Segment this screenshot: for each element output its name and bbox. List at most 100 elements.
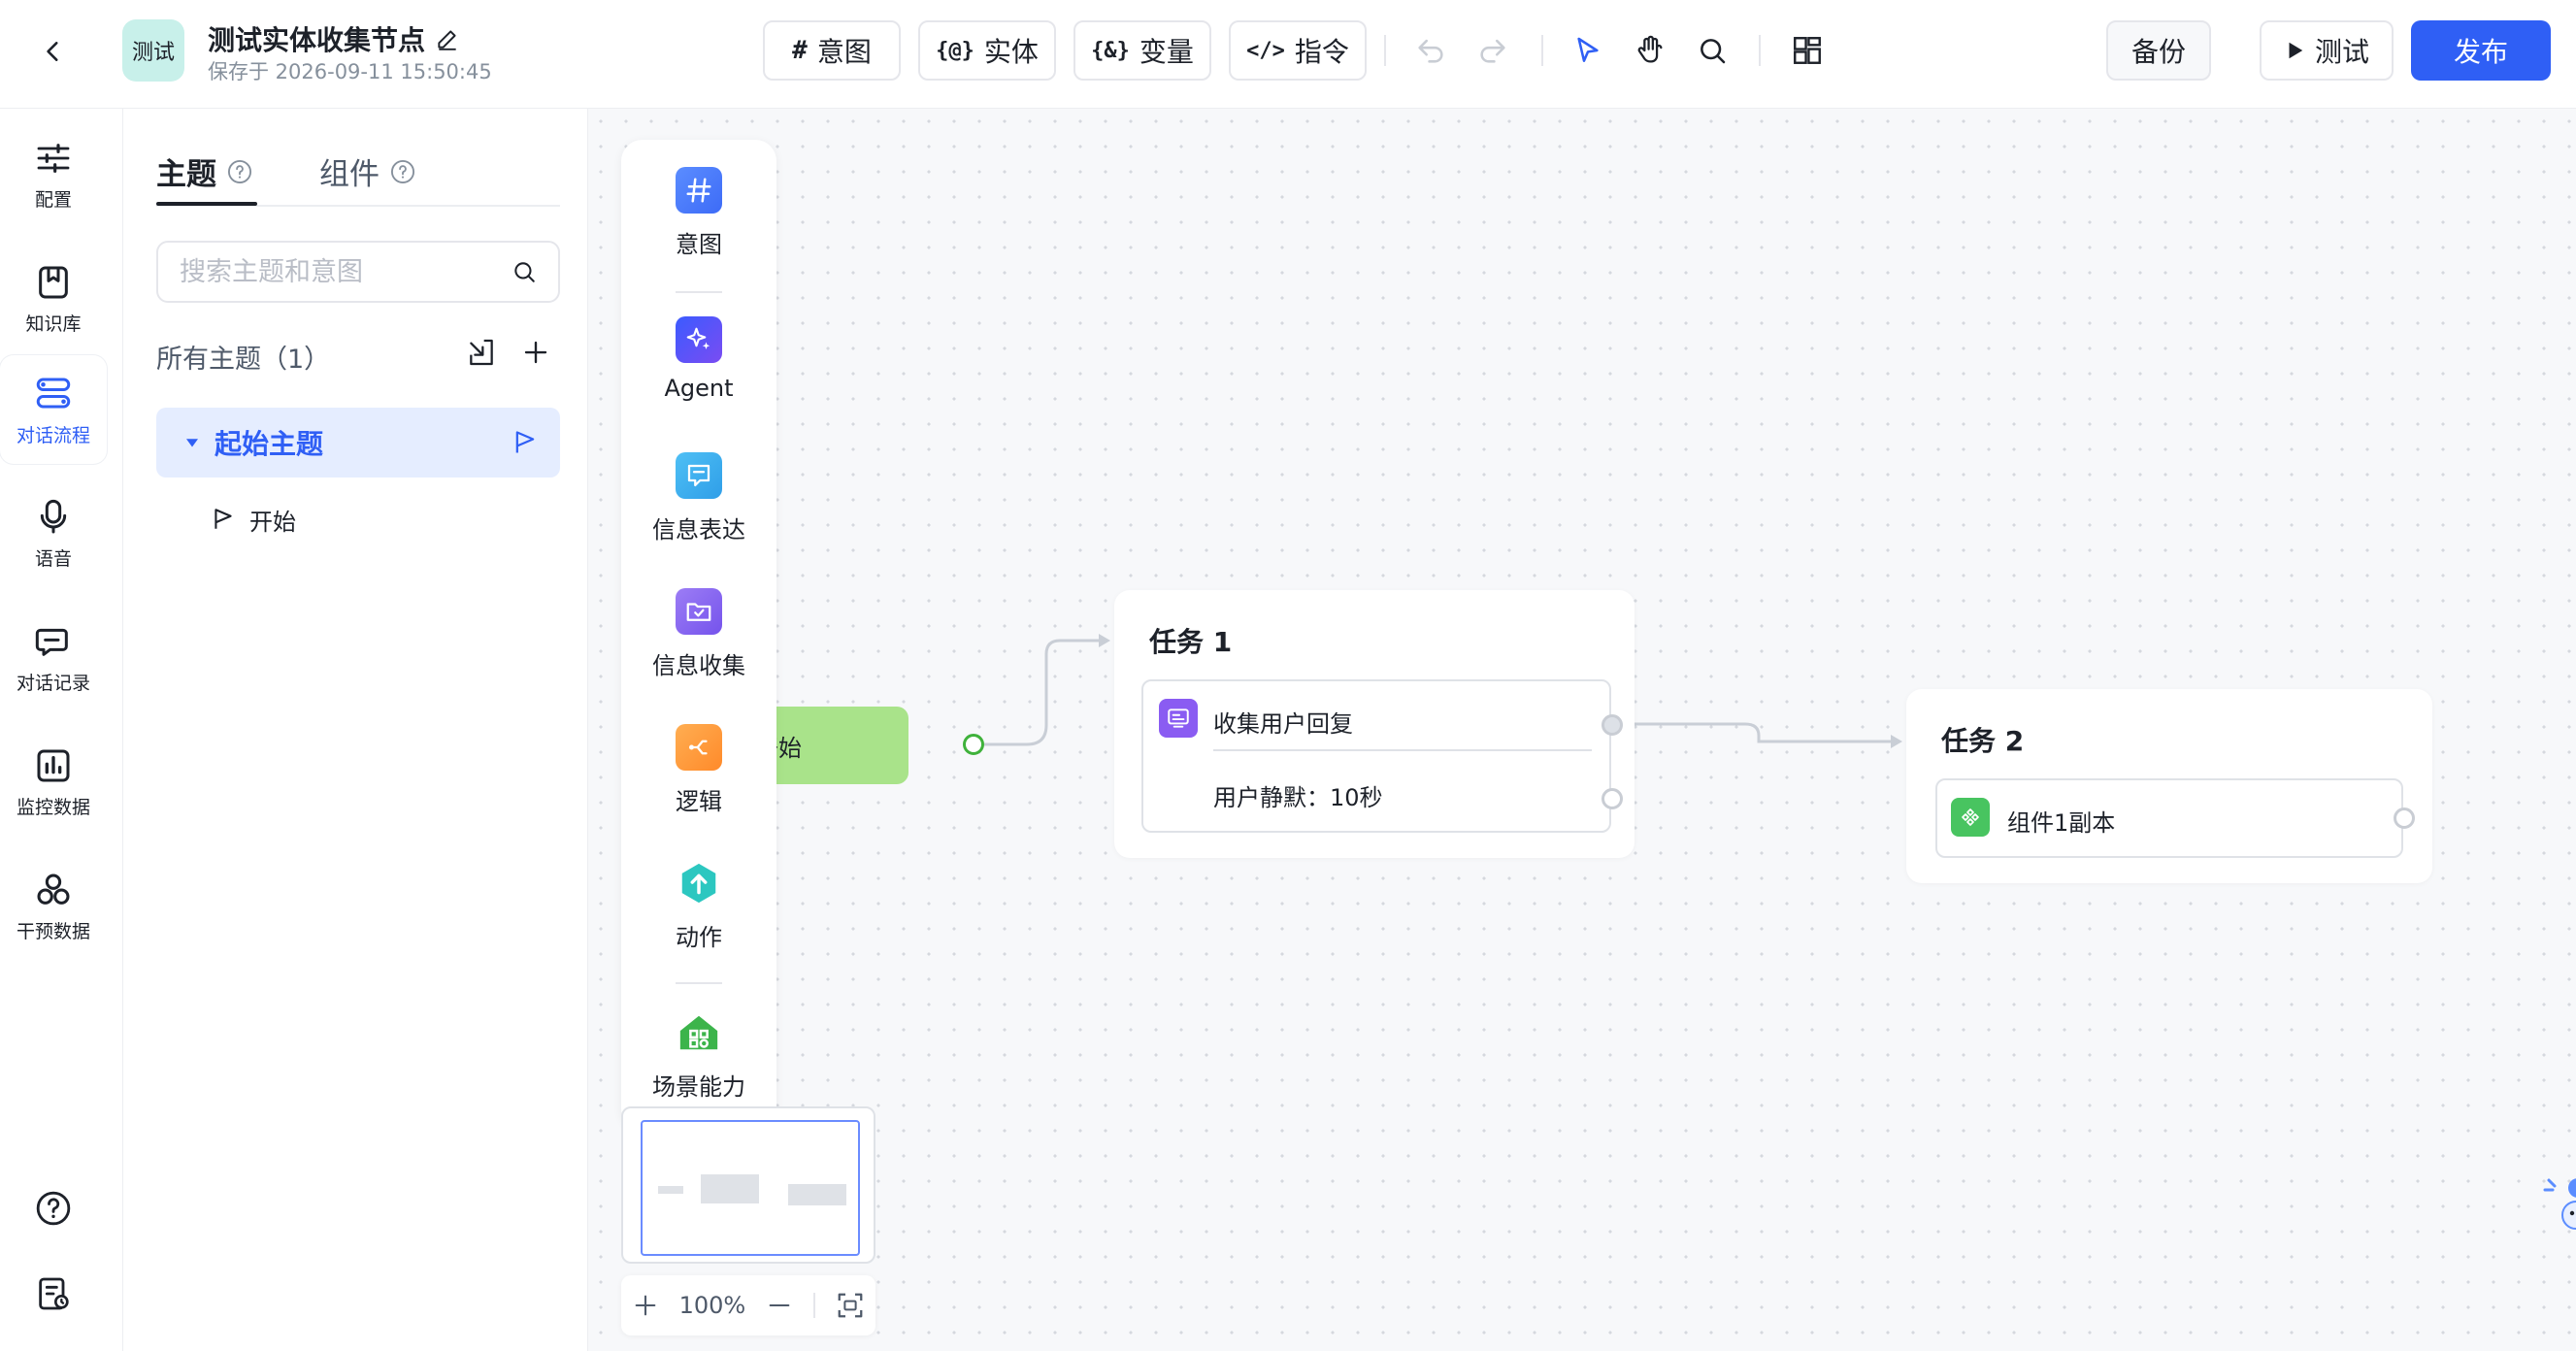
hand-pan-icon[interactable] <box>1631 31 1669 70</box>
active-tab-indicator <box>156 202 257 206</box>
topic-search-field[interactable] <box>156 241 560 303</box>
question-circle-icon[interactable] <box>226 158 253 185</box>
start-output-port[interactable] <box>963 734 984 755</box>
variable-braces-icon: {&} <box>1091 38 1130 63</box>
undo-icon[interactable] <box>1411 31 1450 70</box>
rail-item-config[interactable]: 配置 <box>0 120 107 229</box>
topic-item-label: 起始主题 <box>215 428 324 460</box>
collect-output-port[interactable] <box>1602 714 1623 736</box>
palette-item-intent[interactable]: 意图 <box>621 167 776 259</box>
collect-reply-node[interactable]: 收集用户回复 用户静默：10秒 <box>1141 679 1611 833</box>
minimap[interactable] <box>621 1106 875 1264</box>
publish-button[interactable]: 发布 <box>2411 20 2551 81</box>
folder-check-icon <box>676 588 722 635</box>
palette-item-info-express[interactable]: 信息表达 <box>621 452 776 544</box>
silence-timeout-label: 用户静默：10秒 <box>1213 784 1383 811</box>
rail-item-monitoring[interactable]: 监控数据 <box>0 728 107 837</box>
zoom-in-icon[interactable] <box>632 1292 659 1319</box>
tab-label: 组件 <box>319 157 380 192</box>
rail-item-label: 语音 <box>34 547 72 570</box>
collect-reply-label: 收集用户回复 <box>1213 710 1353 738</box>
rail-item-chat-records[interactable]: 对话记录 <box>0 604 107 712</box>
rail-item-label: 监控数据 <box>16 796 90 818</box>
palette-item-label: 意图 <box>676 231 722 258</box>
left-nav-rail: 配置 知识库 对话流程 语音 对话记录 监控数据 干预数据 <box>0 109 122 1351</box>
zoom-level: 100% <box>678 1292 746 1319</box>
top-header: 测试 测试实体收集节点 保存于 2026-09-11 15:50:45 # 意图… <box>0 0 2576 109</box>
app-title: 测试实体收集节点 <box>208 19 460 58</box>
import-icon[interactable] <box>463 334 500 371</box>
palette-item-info-collect[interactable]: 信息收集 <box>621 588 776 680</box>
component-output-port[interactable] <box>2394 807 2415 829</box>
add-topic-icon[interactable] <box>517 334 554 371</box>
help-icon[interactable] <box>33 1188 74 1229</box>
rail-item-intervention[interactable]: 干预数据 <box>0 852 107 961</box>
layout-grid-icon[interactable] <box>1788 31 1827 70</box>
command-button[interactable]: </> 指令 <box>1229 20 1367 81</box>
back-button[interactable] <box>31 29 76 74</box>
intent-button[interactable]: # 意图 <box>763 20 901 81</box>
topic-search-input[interactable] <box>180 256 512 287</box>
task-title: 任务 1 <box>1149 626 1233 658</box>
redo-icon[interactable] <box>1473 31 1512 70</box>
search-icon[interactable] <box>512 258 537 285</box>
palette-item-label: 信息表达 <box>652 516 745 544</box>
rail-item-label: 配置 <box>34 188 72 211</box>
palette-item-label: 动作 <box>676 924 722 951</box>
select-cursor-icon[interactable] <box>1569 31 1607 70</box>
task-1-card[interactable]: 任务 1 收集用户回复 用户静默：10秒 <box>1114 590 1635 858</box>
toolbar-divider <box>1759 35 1761 66</box>
silence-output-port[interactable] <box>1602 788 1623 809</box>
palette-item-action[interactable]: 动作 <box>621 860 776 952</box>
rail-item-label: 对话记录 <box>16 672 90 694</box>
minimap-viewport[interactable] <box>641 1120 860 1256</box>
palette-item-label: 信息收集 <box>652 652 745 679</box>
palette-item-label: Agent <box>664 375 734 402</box>
arrowhead <box>1891 735 1902 748</box>
collect-form-icon <box>1159 699 1198 738</box>
intent-item-start[interactable]: 开始 <box>211 493 296 545</box>
zoom-controls: 100% <box>621 1275 875 1335</box>
toolbar-divider <box>1541 35 1543 66</box>
app-name-text: 测试实体收集节点 <box>208 24 426 56</box>
component-copy-node[interactable]: 组件1副本 <box>1935 778 2403 858</box>
backup-button[interactable]: 备份 <box>2106 20 2211 81</box>
variable-button[interactable]: {&} 变量 <box>1073 20 1211 81</box>
assistant-mascot-icon[interactable] <box>2541 1157 2576 1244</box>
arrowhead <box>1099 634 1110 647</box>
rail-item-knowledge[interactable]: 知识库 <box>0 245 107 353</box>
edit-pencil-icon[interactable] <box>435 26 460 51</box>
connector-task1-task2 <box>1631 722 1893 743</box>
topic-item-start[interactable]: 起始主题 <box>156 408 560 478</box>
rail-item-voice[interactable]: 语音 <box>0 479 107 588</box>
question-circle-icon[interactable] <box>389 158 416 185</box>
entity-button[interactable]: {@} 实体 <box>918 20 1056 81</box>
node-divider <box>1213 749 1592 751</box>
hash-icon <box>676 167 722 214</box>
doc-settings-icon[interactable] <box>33 1273 74 1314</box>
palette-item-label: 场景能力 <box>652 1073 745 1101</box>
app-avatar: 测试 <box>122 19 184 82</box>
search-icon[interactable] <box>1693 31 1732 70</box>
caret-down-icon[interactable] <box>183 434 201 451</box>
fit-view-icon[interactable] <box>836 1291 865 1320</box>
flow-canvas[interactable]: 开始 任务 1 收集用户回复 用户静默：10秒 任务 2 组件1副本 意图 Ag… <box>588 109 2576 1351</box>
rail-item-label: 知识库 <box>25 313 82 335</box>
zoom-out-icon[interactable] <box>766 1292 793 1319</box>
test-button[interactable]: 测试 <box>2260 20 2394 81</box>
intent-button-label: 意图 <box>816 36 872 68</box>
task-2-card[interactable]: 任务 2 组件1副本 <box>1906 689 2432 883</box>
palette-item-scene[interactable]: 场景能力 <box>621 1009 776 1102</box>
entity-button-label: 实体 <box>983 36 1039 68</box>
minimap-node <box>701 1174 759 1203</box>
tab-topics[interactable]: 主题 <box>156 149 253 193</box>
node-palette: 意图 Agent 信息表达 信息收集 逻辑 动作 场景能力 <box>621 140 776 1130</box>
tab-components[interactable]: 组件 <box>319 149 416 193</box>
toolbar-divider <box>1384 35 1386 66</box>
palette-item-logic[interactable]: 逻辑 <box>621 724 776 816</box>
action-hex-icon <box>676 860 722 906</box>
rail-item-dialog-flow[interactable]: 对话流程 <box>0 355 107 464</box>
palette-item-agent[interactable]: Agent <box>621 316 776 402</box>
component-copy-label: 组件1副本 <box>2007 809 2116 837</box>
rail-item-label: 干预数据 <box>16 920 90 942</box>
